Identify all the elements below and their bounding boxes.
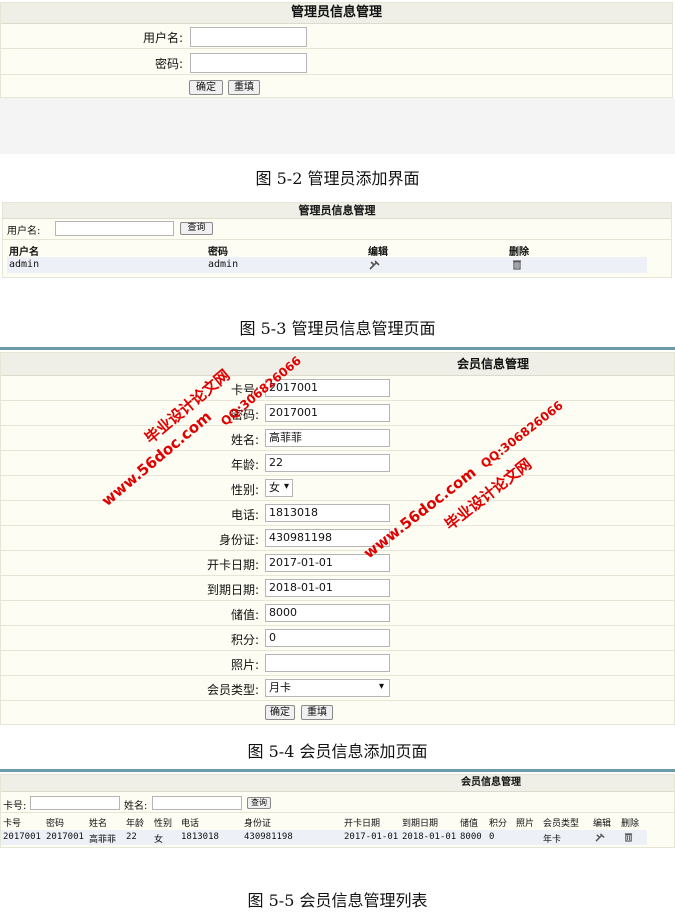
caption-fig-5-3: 图 5-3 管理员信息管理页面 [239,319,436,338]
member-col-header: 年龄 [126,819,145,829]
member-field-label: 会员类型: [206,683,259,697]
chevron-down-icon: ▾ [284,481,290,492]
member-field-label: 身份证: [218,533,259,547]
search-label: 用户名: [7,226,41,237]
search-name-input[interactable] [152,796,242,810]
search-name-label: 姓名: [124,801,148,812]
caption-fig-5-5: 图 5-5 会员信息管理列表 [247,891,428,910]
member-list-panel: 会员信息管理 卡号: 姓名: 查询 卡号 密码 姓名 年龄 性别 电话 身份证 开卡日期 到期日… [0,774,675,848]
member-col-header: 身份证 [244,819,272,829]
member-field-input[interactable]: 22 [265,454,390,472]
member-col-header: 会员类型 [543,819,580,829]
member-col-header: 姓名 [89,819,108,829]
member-field-label: 性别: [230,483,259,497]
member-col-header: 性别 [154,819,173,829]
member-field-input[interactable]: 高菲菲 [265,429,390,447]
admin-list-panel: 管理员信息管理 用户名: 查询 用户名 密码 编辑 删除 admin admin [2,202,672,278]
query-button[interactable]: 查询 [180,222,213,235]
member-list-title: 会员信息管理 [1,775,674,792]
member-cell: 年卡 [543,835,562,845]
member-cell: 1813018 [181,832,219,842]
col-edit: 编辑 [368,247,388,258]
col-delete: 删除 [509,247,529,258]
form-title: 管理员信息管理 [1,3,672,24]
member-reset-button[interactable]: 重填 [301,705,333,720]
form-blank-area [0,98,675,154]
member-col-header: 电话 [181,819,200,829]
member-field-input[interactable]: 2018-01-01 [265,579,390,597]
search-username-input[interactable] [55,221,174,236]
edit-icon[interactable] [369,260,381,270]
edit-icon[interactable] [595,833,606,842]
search-card-label: 卡号: [3,801,27,812]
password-input[interactable] [190,53,307,73]
caption-fig-5-2: 图 5-2 管理员添加界面 [255,169,420,188]
member-cell: 22 [126,832,137,842]
member-cell: 女 [154,835,164,845]
search-card-input[interactable] [30,796,120,810]
table-row: admin admin [7,257,647,273]
member-col-header: 卡号 [3,819,22,829]
member-col-header: 删除 [621,819,640,829]
delete-icon[interactable] [512,259,522,270]
member-confirm-button[interactable]: 确定 [265,705,295,720]
member-cell: 0 [489,832,495,842]
admin-add-form: 管理员信息管理 用户名: 密码: 确定 重填 [0,2,673,98]
member-col-header: 到期日期 [402,819,439,829]
member-query-button[interactable]: 查询 [247,797,271,809]
member-col-header: 开卡日期 [344,819,381,829]
member-form-title: 会员信息管理 [1,353,674,376]
member-field-label: 到期日期: [206,583,259,597]
cell-password: admin [208,259,239,270]
divider-bottom [0,769,675,772]
member-field-input[interactable]: 0 [265,629,390,647]
divider-top [0,347,675,350]
password-label: 密码: [154,57,183,71]
username-input[interactable] [190,27,307,47]
col-username: 用户名 [9,247,39,258]
member-cell: 8000 [460,832,482,842]
member-field-label: 储值: [230,608,259,622]
reset-button[interactable]: 重填 [228,80,260,95]
delete-icon[interactable] [624,832,633,842]
member-cell: 2017001 [46,832,84,842]
chevron-down-icon: ▾ [379,681,385,692]
member-cell: 2018-01-01 [402,832,457,842]
col-password: 密码 [208,247,228,258]
username-label: 用户名: [142,31,183,45]
member-cell: 高菲菲 [89,835,117,845]
member-field-label: 电话: [230,508,259,522]
member-table-row: 2017001 2017001 高菲菲 22 女 1813018 430981198 2017… [1,830,647,845]
member-cell: 2017-01-01 [344,832,399,842]
member-type-select[interactable]: 月卡 [265,679,390,697]
member-list-title-text: 会员信息管理 [461,777,521,788]
cell-username: admin [9,259,40,270]
member-field-label: 开卡日期: [206,558,259,572]
member-field-label: 积分: [230,633,259,647]
member-cell: 2017001 [3,832,41,842]
member-field-label: 照片: [230,658,259,672]
member-form-title-text: 会员信息管理 [457,357,530,371]
list-title: 管理员信息管理 [3,203,671,219]
member-field-input[interactable]: 2017001 [265,404,390,422]
member-field-input[interactable]: 2017001 [265,379,390,397]
member-col-header: 照片 [516,819,535,829]
member-col-header: 密码 [46,819,65,829]
member-add-form: 会员信息管理 卡号: 2017001 密码: 2017001 姓名: 高菲菲 年龄: 22 性别… [0,352,675,725]
member-col-header: 储值 [460,819,479,829]
caption-fig-5-4: 图 5-4 会员信息添加页面 [247,742,428,761]
confirm-button[interactable]: 确定 [189,80,223,95]
member-field-input[interactable] [265,654,390,672]
member-field-input[interactable]: 8000 [265,604,390,622]
member-col-header: 积分 [489,819,508,829]
member-field-input[interactable]: 1813018 [265,504,390,522]
member-col-header: 编辑 [593,819,612,829]
member-cell: 430981198 [244,832,293,842]
